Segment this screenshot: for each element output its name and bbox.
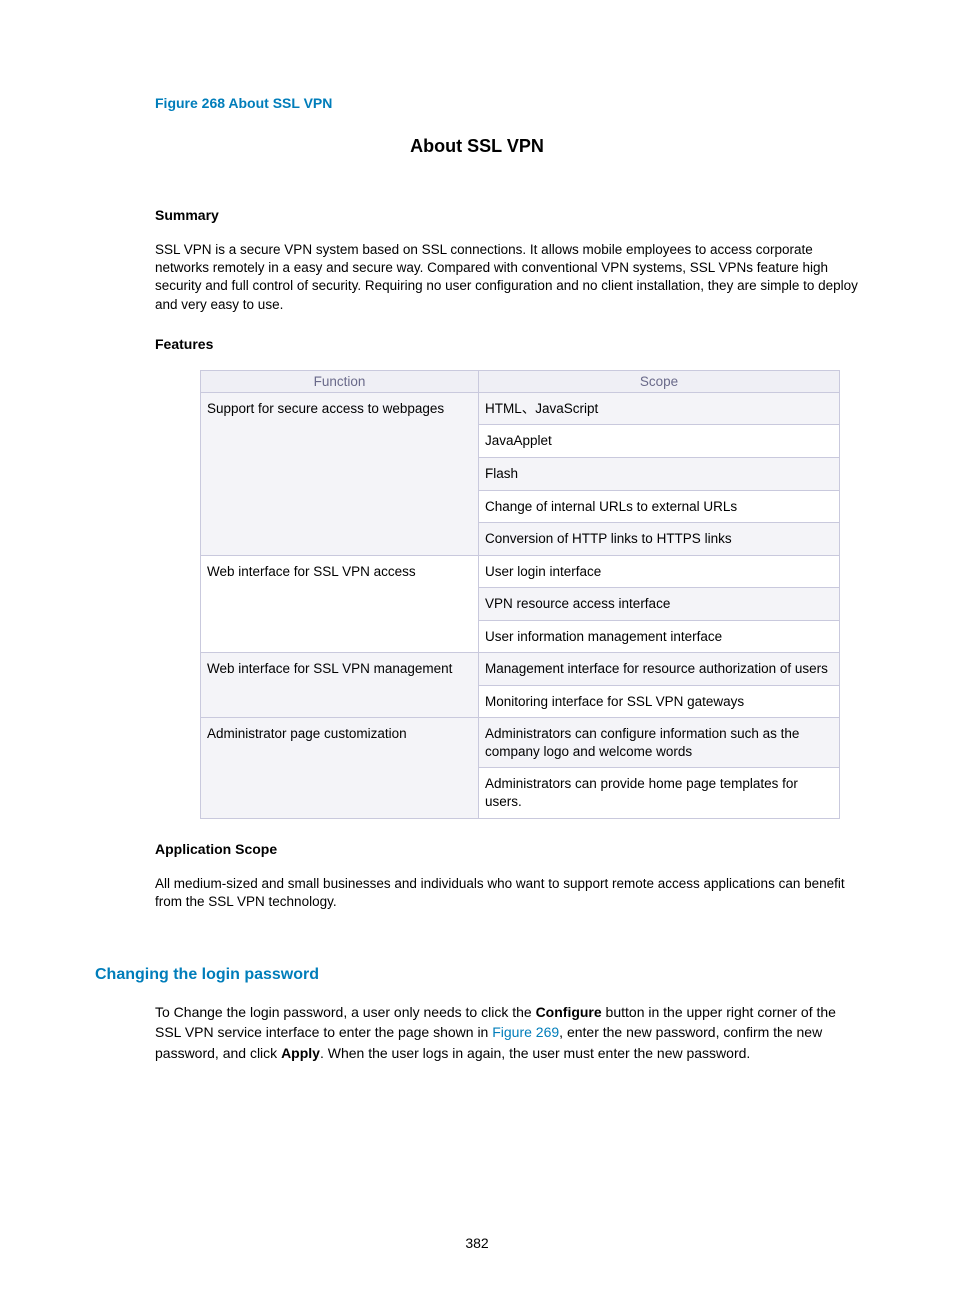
cell-scope: VPN resource access interface xyxy=(479,588,840,621)
main-title: About SSL VPN xyxy=(95,136,859,157)
cell-scope: Administrators can configure information… xyxy=(479,718,840,768)
cell-function: Support for secure access to webpages xyxy=(201,392,479,555)
table-row: Administrator page customizationAdminist… xyxy=(201,718,840,768)
features-heading: Features xyxy=(155,336,859,352)
table-row: Web interface for SSL VPN accessUser log… xyxy=(201,555,840,588)
cell-scope: User login interface xyxy=(479,555,840,588)
para-part4: . When the user logs in again, the user … xyxy=(320,1045,750,1061)
features-table: Function Scope Support for secure access… xyxy=(200,370,840,819)
table-row: Web interface for SSL VPN managementMana… xyxy=(201,653,840,686)
changing-paragraph: To Change the login password, a user onl… xyxy=(155,1002,859,1063)
cell-scope: HTML、JavaScript xyxy=(479,392,840,425)
th-scope: Scope xyxy=(479,370,840,392)
cell-function: Administrator page customization xyxy=(201,718,479,818)
para-part1: To Change the login password, a user onl… xyxy=(155,1004,536,1020)
cell-scope: User information management interface xyxy=(479,620,840,653)
page-number: 382 xyxy=(0,1235,954,1251)
app-scope-heading: Application Scope xyxy=(155,841,859,857)
cell-function: Web interface for SSL VPN management xyxy=(201,653,479,718)
cell-scope: Management interface for resource author… xyxy=(479,653,840,686)
cell-scope: Change of internal URLs to external URLs xyxy=(479,490,840,523)
page: Figure 268 About SSL VPN About SSL VPN S… xyxy=(0,0,954,1296)
cell-scope: JavaApplet xyxy=(479,425,840,458)
summary-heading: Summary xyxy=(155,207,859,223)
cell-scope: Conversion of HTTP links to HTTPS links xyxy=(479,523,840,556)
summary-text: SSL VPN is a secure VPN system based on … xyxy=(155,241,859,314)
cell-function: Web interface for SSL VPN access xyxy=(201,555,479,653)
th-function: Function xyxy=(201,370,479,392)
cell-scope: Flash xyxy=(479,457,840,490)
changing-heading: Changing the login password xyxy=(95,966,859,984)
table-row: Support for secure access to webpagesHTM… xyxy=(201,392,840,425)
cell-scope: Monitoring interface for SSL VPN gateway… xyxy=(479,685,840,718)
configure-bold: Configure xyxy=(536,1004,602,1020)
app-scope-text: All medium-sized and small businesses an… xyxy=(155,875,859,911)
figure-caption: Figure 268 About SSL VPN xyxy=(155,95,859,111)
figure-link[interactable]: Figure 269 xyxy=(492,1024,559,1040)
cell-scope: Administrators can provide home page tem… xyxy=(479,768,840,818)
apply-bold: Apply xyxy=(281,1045,320,1061)
